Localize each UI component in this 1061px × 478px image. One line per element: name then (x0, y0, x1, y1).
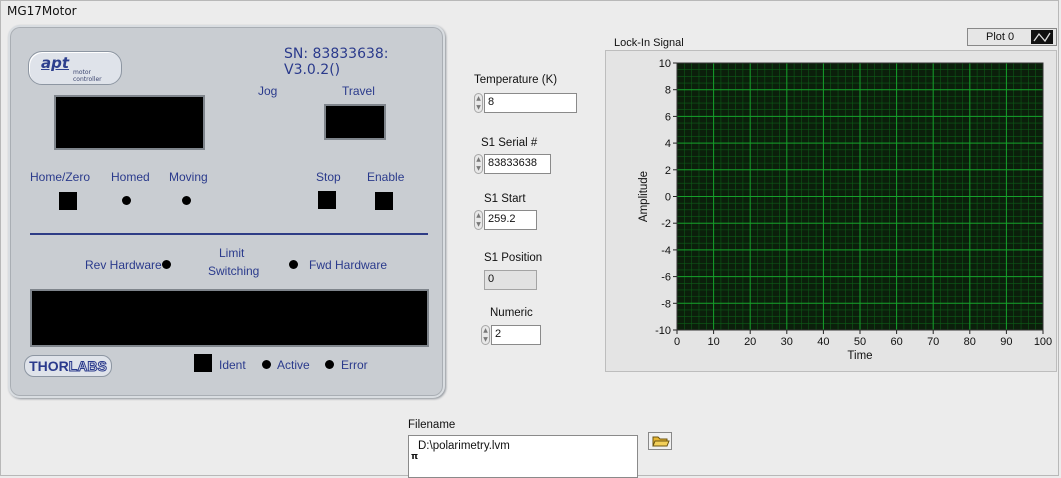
filename-label: Filename (408, 419, 456, 431)
error-led (325, 360, 334, 369)
rev-hardware-led (162, 260, 171, 269)
travel-display (324, 104, 386, 140)
enable-button[interactable] (375, 192, 393, 210)
x-tick-label: 0 (674, 336, 680, 348)
moving-led (182, 196, 191, 205)
y-tick-label: -10 (655, 325, 671, 337)
y-tick-label: 6 (665, 111, 671, 123)
legend-line-swatch (1031, 30, 1053, 44)
x-tick-label: 10 (707, 336, 719, 348)
temperature-input[interactable]: 8 (484, 93, 577, 113)
enable-label: Enable (367, 170, 405, 184)
x-tick-label: 40 (817, 336, 829, 348)
switching-label: Switching (208, 264, 260, 278)
stop-button[interactable] (318, 191, 336, 209)
x-tick-label: 80 (964, 336, 976, 348)
serial-label: S1 Serial # (481, 137, 538, 149)
numeric-label: Numeric (490, 307, 533, 319)
serial-spinner[interactable]: ▲ ▼ (474, 154, 483, 174)
y-tick-label: 2 (665, 165, 671, 177)
fwd-hardware-led (289, 260, 298, 269)
browse-button[interactable] (648, 432, 672, 450)
x-tick-label: 60 (890, 336, 902, 348)
filename-input[interactable]: 𝝿 D:\polarimetry.lvm (408, 435, 638, 478)
position-indicator: 0 (484, 270, 537, 290)
ident-button[interactable] (194, 354, 212, 372)
chart-title: Lock-In Signal (614, 37, 684, 49)
path-icon: 𝝿 (411, 452, 419, 462)
plot-legend[interactable]: Plot 0 (967, 28, 1057, 46)
x-axis-label: Time (847, 350, 872, 362)
y-tick-label: -2 (661, 218, 671, 230)
apt-logo: apt motor controller (28, 51, 122, 85)
serial-number-label: SN: 83833638: V3.0.2() (284, 46, 389, 78)
y-tick-label: 4 (665, 138, 671, 150)
position-label: S1 Position (484, 252, 543, 264)
filename-value: D:\polarimetry.lvm (418, 440, 510, 452)
start-input[interactable]: 259.2 (484, 210, 537, 230)
position-display (54, 95, 205, 150)
moving-label: Moving (169, 170, 208, 184)
home-zero-label: Home/Zero (30, 170, 91, 184)
y-tick-label: -6 (661, 272, 671, 284)
homed-label: Homed (111, 170, 150, 184)
numeric-spinner[interactable]: ▲ ▼ (481, 325, 490, 345)
thorlabs-logo-text-b: LABS (68, 358, 107, 375)
thorlabs-logo: THORLABS (24, 355, 112, 377)
lock-in-chart: 0 10 20 30 40 50 60 70 80 90 1001086420-2-4-6-8-10… (638, 58, 1052, 362)
start-label: S1 Start (484, 193, 526, 205)
temperature-label: Temperature (K) (474, 74, 558, 86)
x-tick-label: 90 (1000, 336, 1012, 348)
y-tick-label: 8 (665, 85, 671, 97)
x-tick-label: 20 (744, 336, 756, 348)
apt-logo-text: apt (41, 54, 70, 72)
x-tick-label: 30 (781, 336, 793, 348)
limit-label: Limit (219, 246, 245, 260)
numeric-input[interactable]: 2 (491, 325, 541, 345)
active-led (262, 360, 271, 369)
rev-hardware-label: Rev Hardware (85, 258, 162, 272)
x-tick-label: 50 (854, 336, 866, 348)
apt-motor-panel: apt motor controller SN: 83833638: V3.0.… (8, 25, 445, 398)
apt-logo-subtext: motor controller (73, 69, 102, 83)
status-display (30, 289, 429, 347)
x-tick-label: 70 (927, 336, 939, 348)
start-spinner[interactable]: ▲ ▼ (474, 210, 483, 230)
folder-icon (652, 436, 670, 447)
window-title: MG17Motor (7, 4, 77, 18)
temperature-spinner[interactable]: ▲ ▼ (474, 93, 483, 113)
y-tick-label: -8 (661, 298, 671, 310)
y-axis-label: Amplitude (638, 171, 650, 222)
legend-series-label: Plot 0 (986, 31, 1015, 43)
thorlabs-logo-text-a: THOR (29, 358, 69, 374)
stop-label: Stop (316, 170, 341, 184)
jog-label: Jog (258, 84, 278, 98)
y-tick-label: 10 (659, 58, 671, 70)
travel-label: Travel (342, 84, 375, 98)
serial-input[interactable]: 83833638 (484, 154, 551, 174)
homed-led (122, 196, 131, 205)
y-tick-label: 0 (665, 192, 671, 204)
y-tick-label: -4 (661, 245, 671, 257)
active-label: Active (277, 358, 310, 372)
x-tick-label: 100 (1034, 336, 1052, 348)
ident-label: Ident (219, 358, 246, 372)
error-label: Error (341, 358, 368, 372)
fwd-hardware-label: Fwd Hardware (309, 258, 388, 272)
divider (30, 233, 428, 235)
home-zero-button[interactable] (59, 192, 77, 210)
